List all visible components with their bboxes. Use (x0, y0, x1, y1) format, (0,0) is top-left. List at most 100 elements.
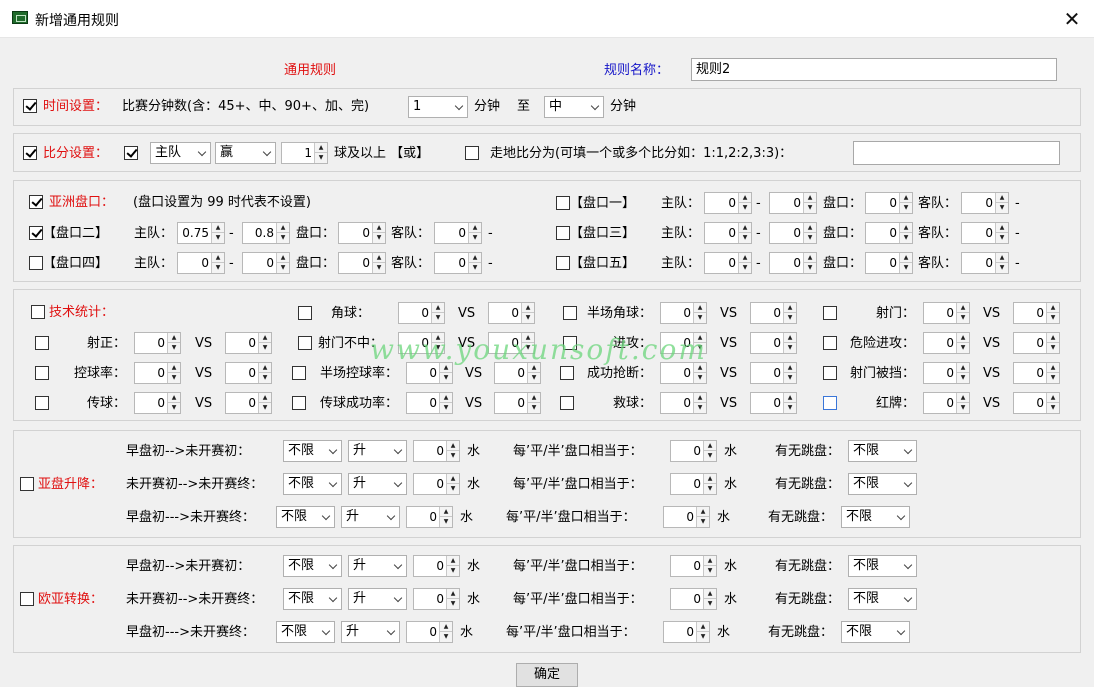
spin-up-arrow-icon[interactable]: ▲ (528, 363, 540, 373)
spin-up-arrow-icon[interactable]: ▲ (432, 303, 444, 313)
spin-up-arrow-icon[interactable]: ▲ (957, 393, 969, 403)
spin-down-arrow-icon[interactable]: ▼ (739, 233, 751, 243)
spin-up-arrow-icon[interactable]: ▲ (528, 393, 540, 403)
range-select[interactable]: 不限 (283, 555, 342, 577)
spin-down-arrow-icon[interactable]: ▼ (168, 373, 180, 383)
spin-down-arrow-icon[interactable]: ▼ (469, 233, 481, 243)
asian-move-checkbox[interactable] (20, 477, 34, 491)
spin-down-arrow-icon[interactable]: ▼ (694, 343, 706, 353)
spin-up-arrow-icon[interactable]: ▲ (900, 253, 912, 263)
home-to-spinner[interactable]: 0 ▲ ▼ (242, 252, 290, 274)
water-spinner[interactable]: 0 ▲ ▼ (406, 621, 453, 643)
spin-up-arrow-icon[interactable]: ▲ (784, 333, 796, 343)
spin-up-arrow-icon[interactable]: ▲ (697, 622, 709, 632)
range-select[interactable]: 不限 (276, 506, 335, 528)
tech-home-spinner[interactable]: 0 ▲ ▼ (406, 362, 453, 384)
jump-select[interactable]: 不限 (848, 473, 917, 495)
line-spinner[interactable]: 0 ▲ ▼ (865, 252, 913, 274)
direction-select[interactable]: 升 (341, 506, 400, 528)
spin-down-arrow-icon[interactable]: ▼ (212, 263, 224, 273)
spin-down-arrow-icon[interactable]: ▼ (522, 343, 534, 353)
spin-up-arrow-icon[interactable]: ▲ (168, 363, 180, 373)
live-score-input[interactable] (853, 141, 1060, 165)
spin-up-arrow-icon[interactable]: ▲ (957, 333, 969, 343)
spin-up-arrow-icon[interactable]: ▲ (469, 223, 481, 233)
tech-home-spinner[interactable]: 0 ▲ ▼ (134, 332, 181, 354)
per-line-spinner[interactable]: 0 ▲ ▼ (670, 588, 717, 610)
spin-down-arrow-icon[interactable]: ▼ (315, 153, 327, 163)
tech-away-spinner[interactable]: 0 ▲ ▼ (750, 392, 797, 414)
spin-up-arrow-icon[interactable]: ▲ (440, 622, 452, 632)
score-goals-spinner[interactable]: 1 ▲ ▼ (281, 142, 328, 164)
tech-home-spinner[interactable]: 0 ▲ ▼ (660, 302, 707, 324)
tech-away-spinner[interactable]: 0 ▲ ▼ (750, 332, 797, 354)
spin-up-arrow-icon[interactable]: ▲ (804, 253, 816, 263)
spin-down-arrow-icon[interactable]: ▼ (900, 203, 912, 213)
spin-down-arrow-icon[interactable]: ▼ (528, 403, 540, 413)
water-spinner[interactable]: 0 ▲ ▼ (413, 588, 460, 610)
handicap-row-checkbox[interactable] (556, 256, 570, 270)
spin-down-arrow-icon[interactable]: ▼ (1047, 313, 1059, 323)
home-from-spinner[interactable]: 0 ▲ ▼ (704, 222, 752, 244)
line-spinner[interactable]: 0 ▲ ▼ (865, 192, 913, 214)
spin-down-arrow-icon[interactable]: ▼ (996, 263, 1008, 273)
tech-home-spinner[interactable]: 0 ▲ ▼ (923, 332, 970, 354)
tech-away-spinner[interactable]: 0 ▲ ▼ (750, 362, 797, 384)
spin-up-arrow-icon[interactable]: ▲ (212, 223, 224, 233)
direction-select[interactable]: 升 (348, 440, 407, 462)
spin-up-arrow-icon[interactable]: ▲ (432, 333, 444, 343)
spin-down-arrow-icon[interactable]: ▼ (784, 343, 796, 353)
time-to-select[interactable]: 中 (544, 96, 604, 118)
handicap-row-checkbox[interactable] (556, 196, 570, 210)
spin-up-arrow-icon[interactable]: ▲ (447, 556, 459, 566)
spin-up-arrow-icon[interactable]: ▲ (957, 303, 969, 313)
spin-up-arrow-icon[interactable]: ▲ (704, 441, 716, 451)
spin-up-arrow-icon[interactable]: ▲ (259, 363, 271, 373)
live-score-checkbox[interactable] (465, 146, 479, 160)
range-select[interactable]: 不限 (283, 440, 342, 462)
spin-down-arrow-icon[interactable]: ▼ (900, 263, 912, 273)
spin-up-arrow-icon[interactable]: ▲ (373, 253, 385, 263)
spin-up-arrow-icon[interactable]: ▲ (739, 193, 751, 203)
rule-name-input[interactable]: 规则2 (691, 58, 1057, 81)
spin-down-arrow-icon[interactable]: ▼ (804, 263, 816, 273)
spin-down-arrow-icon[interactable]: ▼ (277, 263, 289, 273)
jump-select[interactable]: 不限 (841, 621, 910, 643)
spin-up-arrow-icon[interactable]: ▲ (277, 253, 289, 263)
per-line-spinner[interactable]: 0 ▲ ▼ (670, 440, 717, 462)
spin-up-arrow-icon[interactable]: ▲ (1047, 363, 1059, 373)
spin-up-arrow-icon[interactable]: ▲ (996, 193, 1008, 203)
tech-home-spinner[interactable]: 0 ▲ ▼ (660, 362, 707, 384)
jump-select[interactable]: 不限 (848, 555, 917, 577)
line-spinner[interactable]: 0 ▲ ▼ (865, 222, 913, 244)
spin-up-arrow-icon[interactable]: ▲ (469, 253, 481, 263)
spin-up-arrow-icon[interactable]: ▲ (277, 223, 289, 233)
water-spinner[interactable]: 0 ▲ ▼ (413, 555, 460, 577)
spin-up-arrow-icon[interactable]: ▲ (784, 393, 796, 403)
spin-up-arrow-icon[interactable]: ▲ (704, 556, 716, 566)
spin-down-arrow-icon[interactable]: ▼ (168, 343, 180, 353)
direction-select[interactable]: 升 (348, 588, 407, 610)
spin-up-arrow-icon[interactable]: ▲ (315, 143, 327, 153)
water-spinner[interactable]: 0 ▲ ▼ (406, 506, 453, 528)
tech-away-spinner[interactable]: 0 ▲ ▼ (488, 332, 535, 354)
spin-up-arrow-icon[interactable]: ▲ (259, 333, 271, 343)
tech-home-spinner[interactable]: 0 ▲ ▼ (923, 302, 970, 324)
per-line-spinner[interactable]: 0 ▲ ▼ (663, 621, 710, 643)
tech-away-spinner[interactable]: 0 ▲ ▼ (488, 302, 535, 324)
spin-down-arrow-icon[interactable]: ▼ (1047, 403, 1059, 413)
spin-up-arrow-icon[interactable]: ▲ (784, 303, 796, 313)
spin-up-arrow-icon[interactable]: ▲ (996, 253, 1008, 263)
handicap-row-checkbox[interactable] (29, 226, 43, 240)
tech-away-spinner[interactable]: 0 ▲ ▼ (1013, 332, 1060, 354)
spin-down-arrow-icon[interactable]: ▼ (804, 203, 816, 213)
tech-stats-checkbox[interactable] (31, 305, 45, 319)
spin-down-arrow-icon[interactable]: ▼ (373, 263, 385, 273)
spin-down-arrow-icon[interactable]: ▼ (694, 373, 706, 383)
spin-down-arrow-icon[interactable]: ▼ (259, 403, 271, 413)
spin-down-arrow-icon[interactable]: ▼ (259, 373, 271, 383)
away-from-spinner[interactable]: 0 ▲ ▼ (961, 252, 1009, 274)
tech-away-spinner[interactable]: 0 ▲ ▼ (225, 392, 272, 414)
range-select[interactable]: 不限 (283, 588, 342, 610)
tech-away-spinner[interactable]: 0 ▲ ▼ (1013, 302, 1060, 324)
